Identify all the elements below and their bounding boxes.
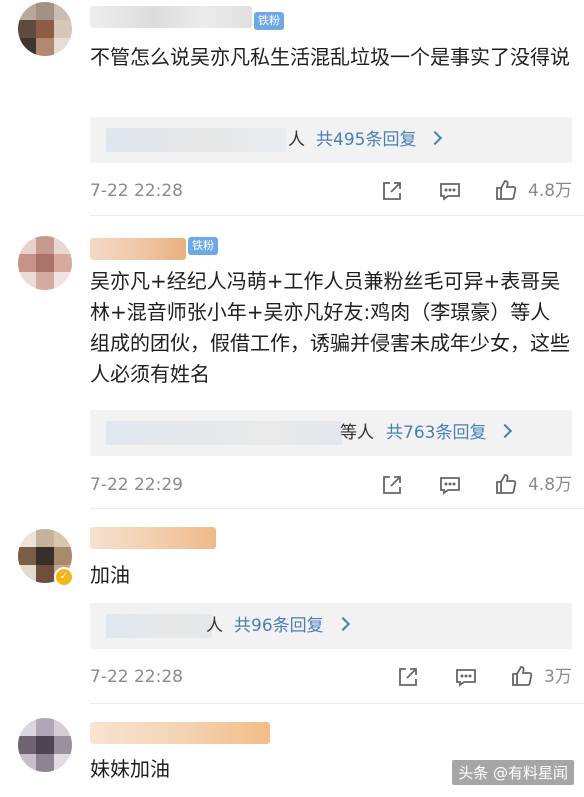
comment-icon[interactable]	[454, 665, 478, 689]
comment-item: ✓ 加油 人 共96条回复 7-22 22:28 3万	[0, 509, 584, 703]
username[interactable]	[90, 238, 186, 260]
thumbs-up-icon[interactable]	[494, 178, 518, 202]
like-count: 3万	[544, 667, 572, 687]
reply-suffix: 人	[288, 130, 305, 150]
comment-text: 不管怎么说吴亦凡私生活混乱垃圾一个是事实了没得说	[90, 45, 570, 69]
reply-preview[interactable]: 人 共96条回复	[90, 603, 572, 649]
comment-text: 加油	[90, 563, 130, 587]
reply-names	[106, 128, 286, 152]
share-icon[interactable]	[380, 179, 404, 203]
timestamp: 7-22 22:29	[90, 475, 183, 495]
thumbs-up-icon[interactable]	[494, 472, 518, 496]
share-icon[interactable]	[396, 665, 420, 689]
reply-names	[106, 614, 212, 638]
comment-icon[interactable]	[438, 473, 462, 497]
like-count: 4.8万	[528, 475, 573, 495]
reply-count-link[interactable]: 共495条回复	[316, 128, 416, 152]
timestamp: 7-22 22:28	[90, 667, 183, 687]
verified-badge-icon: ✓	[54, 567, 74, 587]
reply-count-link[interactable]: 共763条回复	[386, 421, 486, 445]
reply-suffix: 等人	[340, 423, 374, 443]
thumbs-up-icon[interactable]	[510, 664, 534, 688]
chevron-right-icon	[497, 423, 513, 439]
reply-preview[interactable]: 人 共495条回复	[90, 117, 572, 163]
comment-item: 铁粉 不管怎么说吴亦凡私生活混乱垃圾一个是事实了没得说 人 共495条回复 7-…	[0, 0, 584, 215]
like-count: 4.8万	[528, 181, 573, 201]
chevron-right-icon	[427, 130, 443, 146]
reply-suffix: 人	[206, 616, 223, 636]
username[interactable]	[90, 6, 252, 28]
comment-text: 吴亦凡+经纪人冯萌+工作人员兼粉丝毛可异+表哥吴林+混音师张小年+吴亦凡好友:鸡…	[90, 269, 570, 386]
comment-icon[interactable]	[438, 179, 462, 203]
avatar[interactable]	[18, 2, 72, 56]
username[interactable]	[90, 527, 216, 549]
fan-badge: 铁粉	[254, 12, 284, 30]
avatar[interactable]	[18, 718, 72, 772]
reply-names	[106, 421, 342, 445]
comment-item: 铁粉 吴亦凡+经纪人冯萌+工作人员兼粉丝毛可异+表哥吴林+混音师张小年+吴亦凡好…	[0, 216, 584, 508]
reply-preview[interactable]: 等人 共763条回复	[90, 410, 572, 456]
watermark: 头条 @有料星闻	[452, 760, 574, 785]
avatar[interactable]	[18, 236, 72, 290]
timestamp: 7-22 22:28	[90, 181, 183, 201]
username[interactable]	[90, 722, 270, 744]
reply-count-link[interactable]: 共96条回复	[234, 614, 324, 638]
share-icon[interactable]	[380, 473, 404, 497]
chevron-right-icon	[335, 616, 351, 632]
fan-badge: 铁粉	[188, 237, 218, 255]
